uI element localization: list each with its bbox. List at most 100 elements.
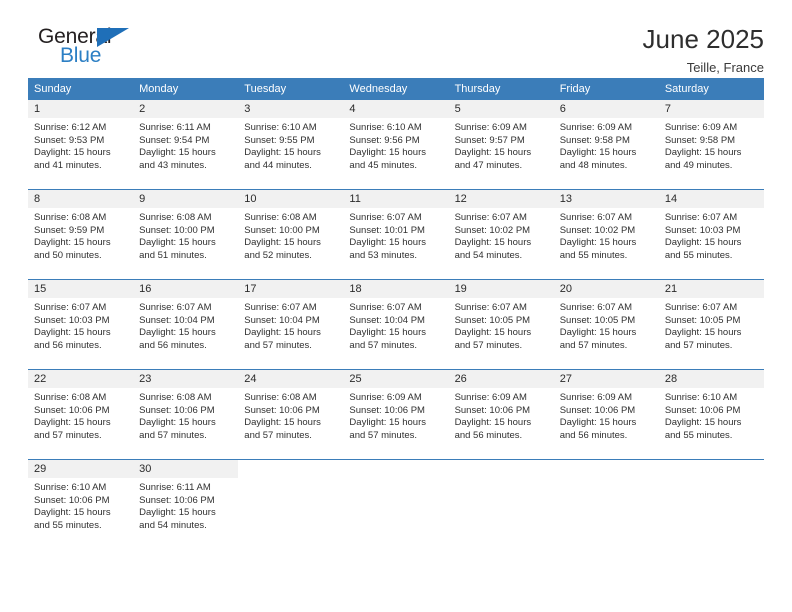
day-cell: 17 Sunrise: 6:07 AM Sunset: 10:04 PM Daylig… xyxy=(238,279,344,370)
sunrise-text: Sunrise: 6:07 AM xyxy=(34,302,107,313)
sunrise-text: Sunrise: 6:08 AM xyxy=(34,212,107,223)
sunrise-text: Sunrise: 6:10 AM xyxy=(664,392,738,403)
day-number: 28 xyxy=(658,370,764,388)
day-number: 11 xyxy=(343,190,449,208)
sunrise-text: Sunrise: 6:07 AM xyxy=(559,212,633,223)
day-details: Sunrise: 6:08 AM Sunset: 10:06 PM Daylight… xyxy=(28,388,133,442)
daylight-text-line2: and 57 minutes. xyxy=(244,429,312,441)
day-cell: 6 Sunrise: 6:09 AM Sunset: 9:58 PM Daylight… xyxy=(553,100,659,190)
daylight-text-line1: Daylight: 15 hours xyxy=(349,417,426,429)
sunset-text: Sunset: 10:02 PM xyxy=(454,224,531,236)
daylight-text-line2: and 50 minutes. xyxy=(34,249,102,261)
day-number: 19 xyxy=(448,280,554,298)
daylight-text-line2: and 45 minutes. xyxy=(349,159,418,171)
daylight-text-line1: Daylight: 15 hours xyxy=(34,237,111,249)
sunset-text: Sunset: 10:05 PM xyxy=(664,314,741,326)
day-number: 8 xyxy=(28,190,134,208)
sunset-text: Sunset: 10:00 PM xyxy=(244,224,320,236)
daylight-text-line2: and 52 minutes. xyxy=(244,249,312,261)
day-cell: 18 Sunrise: 6:07 AM Sunset: 10:04 PM Daylig… xyxy=(343,279,449,370)
brand-logo[interactable]: General Blue xyxy=(28,26,138,72)
sunrise-text: Sunrise: 6:10 AM xyxy=(244,122,317,133)
daylight-text-line2: and 57 minutes. xyxy=(139,429,207,441)
day-cell-empty xyxy=(238,459,344,549)
day-details: Sunrise: 6:07 AM Sunset: 10:04 PM Daylight… xyxy=(238,298,343,352)
daylight-text-line1: Daylight: 15 hours xyxy=(34,417,111,429)
sunset-text: Sunset: 10:06 PM xyxy=(244,404,320,416)
sunrise-text: Sunrise: 6:11 AM xyxy=(139,122,211,133)
day-number: 14 xyxy=(658,190,764,208)
day-details: Sunrise: 6:09 AM Sunset: 9:58 PM Daylight:… xyxy=(659,118,764,172)
sunrise-text: Sunrise: 6:07 AM xyxy=(349,302,422,313)
sunrise-text: Sunrise: 6:08 AM xyxy=(139,212,212,223)
daylight-text-line2: and 56 minutes. xyxy=(559,429,628,441)
day-cell-empty xyxy=(658,459,764,549)
day-cell: 14 Sunrise: 6:07 AM Sunset: 10:03 PM Daylig… xyxy=(658,189,764,280)
daylight-text-line1: Daylight: 15 hours xyxy=(664,327,742,339)
day-details: Sunrise: 6:09 AM Sunset: 10:06 PM Daylight… xyxy=(554,388,659,442)
daylight-text-line1: Daylight: 15 hours xyxy=(244,147,321,159)
weekday-header-sunday: Sunday xyxy=(28,78,134,100)
daylight-text-line1: Daylight: 15 hours xyxy=(139,147,216,159)
day-cell-empty xyxy=(448,459,554,549)
daylight-text-line2: and 49 minutes. xyxy=(664,159,733,171)
day-details: Sunrise: 6:09 AM Sunset: 10:06 PM Daylight… xyxy=(449,388,554,442)
daylight-text-line2: and 57 minutes. xyxy=(349,339,418,351)
day-details: Sunrise: 6:11 AM Sunset: 9:54 PM Daylight:… xyxy=(133,118,238,172)
day-cell: 9 Sunrise: 6:08 AM Sunset: 10:00 PM Dayligh… xyxy=(133,189,239,280)
day-cell: 20 Sunrise: 6:07 AM Sunset: 10:05 PM Daylig… xyxy=(553,279,659,370)
day-number: 15 xyxy=(28,280,134,298)
sunset-text: Sunset: 10:04 PM xyxy=(139,314,215,326)
weekday-header-monday: Monday xyxy=(133,78,239,100)
daylight-text-line1: Daylight: 15 hours xyxy=(349,327,426,339)
daylight-text-line1: Daylight: 15 hours xyxy=(454,327,532,339)
day-cell: 21 Sunrise: 6:07 AM Sunset: 10:05 PM Daylig… xyxy=(658,279,764,370)
daylight-text-line1: Daylight: 15 hours xyxy=(139,327,216,339)
sunrise-text: Sunrise: 6:09 AM xyxy=(559,392,633,403)
daylight-text-line1: Daylight: 15 hours xyxy=(34,327,111,339)
sunrise-text: Sunrise: 6:07 AM xyxy=(454,212,527,223)
sunrise-sunset-calendar: Sunday Monday Tuesday Wednesday Thursday… xyxy=(28,78,764,549)
day-cell: 29 Sunrise: 6:10 AM Sunset: 10:06 PM Daylig… xyxy=(28,459,134,549)
day-number: 10 xyxy=(238,190,344,208)
sunrise-text: Sunrise: 6:09 AM xyxy=(454,122,527,133)
day-number: 21 xyxy=(658,280,764,298)
daylight-text-line2: and 57 minutes. xyxy=(244,339,312,351)
sunrise-text: Sunrise: 6:09 AM xyxy=(454,392,527,403)
day-number xyxy=(449,460,554,478)
daylight-text-line1: Daylight: 15 hours xyxy=(244,327,321,339)
sunrise-text: Sunrise: 6:07 AM xyxy=(664,212,738,223)
day-number: 4 xyxy=(343,100,449,118)
sunrise-text: Sunrise: 6:08 AM xyxy=(139,392,212,403)
day-number: 9 xyxy=(133,190,239,208)
day-number xyxy=(554,460,659,478)
day-number: 5 xyxy=(448,100,554,118)
daylight-text-line1: Daylight: 15 hours xyxy=(244,417,321,429)
daylight-text-line2: and 53 minutes. xyxy=(349,249,418,261)
sunset-text: Sunset: 9:53 PM xyxy=(34,134,105,146)
daylight-text-line2: and 56 minutes. xyxy=(34,339,102,351)
daylight-text-line2: and 57 minutes. xyxy=(664,339,733,351)
sunrise-text: Sunrise: 6:10 AM xyxy=(34,482,107,493)
sunset-text: Sunset: 9:58 PM xyxy=(559,134,630,146)
day-number: 26 xyxy=(448,370,554,388)
day-details: Sunrise: 6:07 AM Sunset: 10:05 PM Daylight… xyxy=(659,298,764,352)
sunset-text: Sunset: 10:05 PM xyxy=(454,314,531,326)
daylight-text-line1: Daylight: 15 hours xyxy=(559,147,637,159)
sunset-text: Sunset: 9:56 PM xyxy=(349,134,420,146)
day-cell: 28 Sunrise: 6:10 AM Sunset: 10:06 PM Daylig… xyxy=(658,369,764,460)
day-number: 2 xyxy=(133,100,239,118)
daylight-text-line2: and 56 minutes. xyxy=(139,339,207,351)
day-number: 20 xyxy=(553,280,659,298)
day-cell: 5 Sunrise: 6:09 AM Sunset: 9:57 PM Daylight… xyxy=(448,100,554,190)
daylight-text-line1: Daylight: 15 hours xyxy=(559,237,637,249)
sunset-text: Sunset: 10:06 PM xyxy=(559,404,636,416)
daylight-text-line1: Daylight: 15 hours xyxy=(34,507,111,519)
day-number: 22 xyxy=(28,370,134,388)
calendar-week-row: 22 Sunrise: 6:08 AM Sunset: 10:06 PM Daylig… xyxy=(28,369,764,460)
daylight-text-line1: Daylight: 15 hours xyxy=(454,237,532,249)
day-details: Sunrise: 6:10 AM Sunset: 10:06 PM Daylight… xyxy=(659,388,764,442)
page-header: General Blue June 2025 Teille, France xyxy=(28,0,764,75)
sunset-text: Sunset: 10:04 PM xyxy=(349,314,425,326)
day-cell: 7 Sunrise: 6:09 AM Sunset: 9:58 PM Daylight… xyxy=(658,100,764,190)
